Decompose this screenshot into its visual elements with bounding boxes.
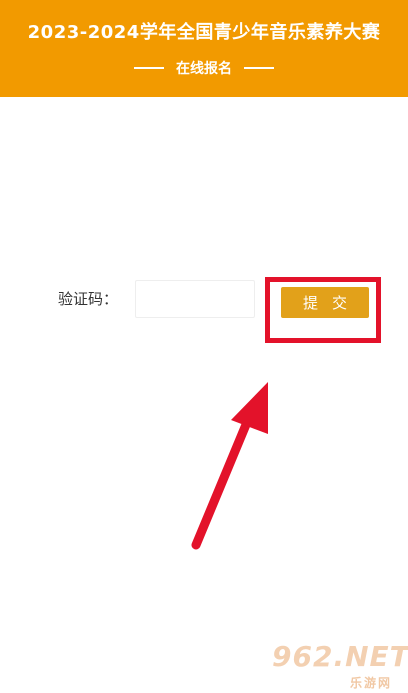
pointer-arrow-icon xyxy=(191,382,268,550)
submit-button[interactable]: 提交 xyxy=(281,287,369,318)
captcha-label: 验证码： xyxy=(58,290,119,308)
watermark-brand: 962.NET xyxy=(272,640,408,673)
page-header: 2023-2024学年全国青少年音乐素养大赛 在线报名 xyxy=(0,0,408,97)
watermark-logo: 962.NET 乐游网 xyxy=(272,640,408,693)
watermark-site: 乐游网 xyxy=(350,676,393,690)
page-title: 2023-2024学年全国青少年音乐素养大赛 xyxy=(27,22,381,43)
page-subtitle: 在线报名 xyxy=(0,58,408,78)
captcha-input[interactable] xyxy=(135,280,255,318)
subtitle-left-dash xyxy=(134,67,164,69)
subtitle-right-dash xyxy=(244,67,274,69)
subtitle-text: 在线报名 xyxy=(176,61,232,77)
